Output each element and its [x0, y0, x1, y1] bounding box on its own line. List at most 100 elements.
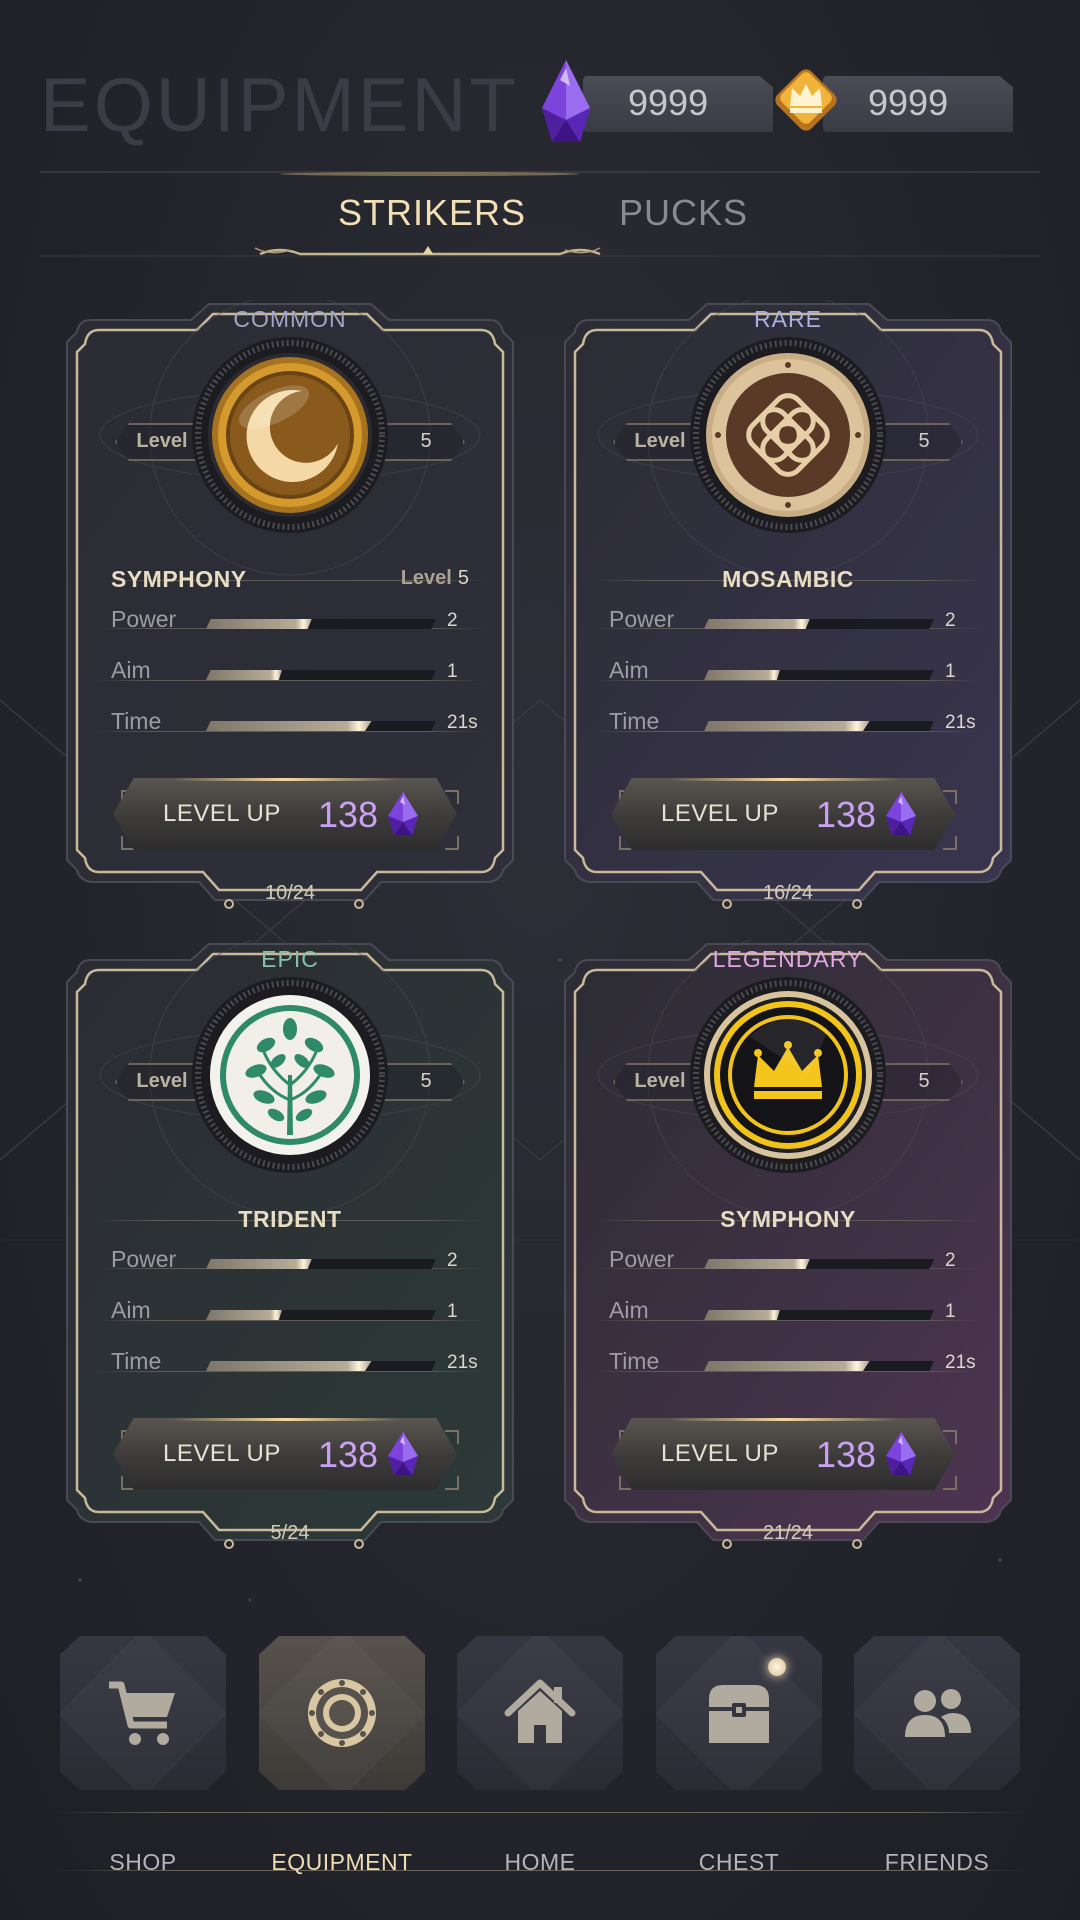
cart-icon — [109, 1681, 175, 1745]
level-value: 5 — [420, 1070, 432, 1092]
level-value: 5 — [918, 430, 930, 452]
striker-card[interactable]: LEGENDARY Level 5 SYMPHONY Power 2 Aim 1 — [549, 940, 1027, 1560]
nav-friends-label: FRIENDS — [884, 1849, 990, 1875]
nav-home[interactable]: HOME — [457, 1636, 623, 1876]
stat-label: Power — [609, 1246, 675, 1272]
nav-home-label: HOME — [504, 1849, 576, 1875]
stat-row-power: Power 2 — [111, 1240, 483, 1284]
nav-shop[interactable]: SHOP — [60, 1636, 226, 1876]
striker-name: MOSAMBIC — [722, 566, 854, 592]
moon-coin-icon — [192, 337, 388, 533]
divider — [97, 1320, 483, 1321]
striker-name: SYMPHONY — [720, 1206, 856, 1232]
bottom-nav: SHOP EQUIPMENT HOME CHEST FRIENDS — [0, 1620, 1080, 1880]
stat-bar-fill — [704, 721, 870, 731]
divider — [595, 731, 981, 732]
stat-bar — [704, 619, 934, 629]
stat-bar-fill — [704, 1310, 780, 1320]
stat-label: Power — [111, 1246, 177, 1272]
stat-row-time: Time 21s — [609, 1342, 981, 1386]
notification-dot — [768, 1658, 786, 1676]
stat-bar — [704, 670, 934, 680]
nav-chest[interactable]: CHEST — [656, 1636, 822, 1876]
stat-row-aim: Aim 1 — [609, 651, 981, 695]
stat-bar-fill — [704, 670, 780, 680]
home-icon — [504, 1679, 576, 1743]
level-up-cost: 138 — [318, 1434, 379, 1475]
stat-bar-fill — [206, 670, 282, 680]
button-corner — [943, 836, 957, 850]
gem-icon — [542, 60, 590, 142]
tab-strikers[interactable]: STRIKERS — [338, 192, 526, 234]
button-glow — [669, 1418, 899, 1421]
level-up-button[interactable]: LEVEL UP 138 — [611, 778, 955, 850]
tab-pucks[interactable]: PUCKS — [619, 192, 748, 234]
button-corner — [445, 836, 459, 850]
gem-icon — [886, 1432, 916, 1475]
crown-coin-icon — [690, 977, 886, 1173]
level-up-cost: 138 — [816, 794, 877, 835]
stat-row-power: Power 2 — [609, 600, 981, 644]
stat-bar-fill — [206, 1361, 372, 1371]
stat-label: Power — [609, 606, 675, 632]
divider — [595, 1371, 981, 1372]
stat-bar-fill — [206, 619, 312, 629]
button-corner — [445, 1476, 459, 1490]
rarity-label: COMMON — [233, 306, 347, 332]
tab-bar: STRIKERS PUCKS — [0, 170, 1080, 260]
stat-bar-fill — [206, 1259, 312, 1269]
gem-icon — [886, 792, 916, 835]
level-up-cost: 138 — [318, 794, 379, 835]
gem-icon — [388, 1432, 418, 1475]
crown-badge-icon — [775, 69, 837, 131]
stat-bar-fill — [704, 1259, 810, 1269]
nav-friends[interactable]: FRIENDS — [854, 1636, 1020, 1876]
level-up-button[interactable]: LEVEL UP 138 — [611, 1418, 955, 1490]
stat-bar — [206, 1259, 436, 1269]
tree-coin-icon — [192, 977, 388, 1173]
nav-equipment[interactable]: EQUIPMENT — [259, 1636, 425, 1876]
level-up-button[interactable]: LEVEL UP 138 — [113, 1418, 457, 1490]
stat-value: 2 — [447, 1250, 458, 1271]
crown-count: 9999 — [868, 82, 949, 123]
knot-coin-icon — [690, 337, 886, 533]
divider — [595, 680, 981, 681]
stat-bar — [704, 721, 934, 731]
stat-row-time: Time 21s — [609, 702, 981, 746]
divider — [97, 1371, 483, 1372]
stat-value: 2 — [945, 610, 956, 631]
stat-bar — [206, 1361, 436, 1371]
level-up-label: LEVEL UP — [661, 800, 779, 827]
striker-level: Level 5 — [401, 567, 469, 590]
striker-name: TRIDENT — [238, 1206, 342, 1232]
stat-bar — [206, 670, 436, 680]
striker-card[interactable]: RARE Level 5 MOSAMBIC Power 2 Aim 1 Time… — [549, 300, 1027, 920]
level-up-cost: 138 — [816, 1434, 877, 1475]
button-glow — [171, 778, 401, 781]
stat-row-power: Power 2 — [609, 1240, 981, 1284]
stat-bar — [704, 1310, 934, 1320]
striker-card[interactable]: EPIC Level 5 TRIDENT Power 2 Aim 1 Time … — [51, 940, 529, 1560]
divider — [595, 1320, 981, 1321]
divider — [97, 680, 483, 681]
stat-bar-fill — [206, 721, 372, 731]
stat-label: Power — [111, 606, 177, 632]
stat-row-power: Power 2 — [111, 600, 483, 644]
stat-row-aim: Aim 1 — [111, 1291, 483, 1335]
card-progress: 5/24 — [270, 1522, 310, 1544]
button-glow — [171, 1418, 401, 1421]
stat-bar — [704, 1259, 934, 1269]
stat-bar — [206, 721, 436, 731]
level-up-button[interactable]: LEVEL UP 138 — [113, 778, 457, 850]
chest-icon — [709, 1685, 769, 1743]
stat-row-aim: Aim 1 — [111, 651, 483, 695]
level-up-label: LEVEL UP — [661, 1440, 779, 1467]
gem-icon — [388, 792, 418, 835]
striker-level-label: Level — [400, 567, 452, 589]
level-value: 5 — [918, 1070, 930, 1092]
rarity-label: LEGENDARY — [712, 946, 864, 972]
card-progress: 10/24 — [264, 882, 316, 904]
striker-card[interactable]: COMMON Level 5 SYMPHONY Level 5 Power 2 A… — [51, 300, 529, 920]
striker-level-value: 5 — [457, 567, 469, 589]
stat-bar — [704, 1361, 934, 1371]
